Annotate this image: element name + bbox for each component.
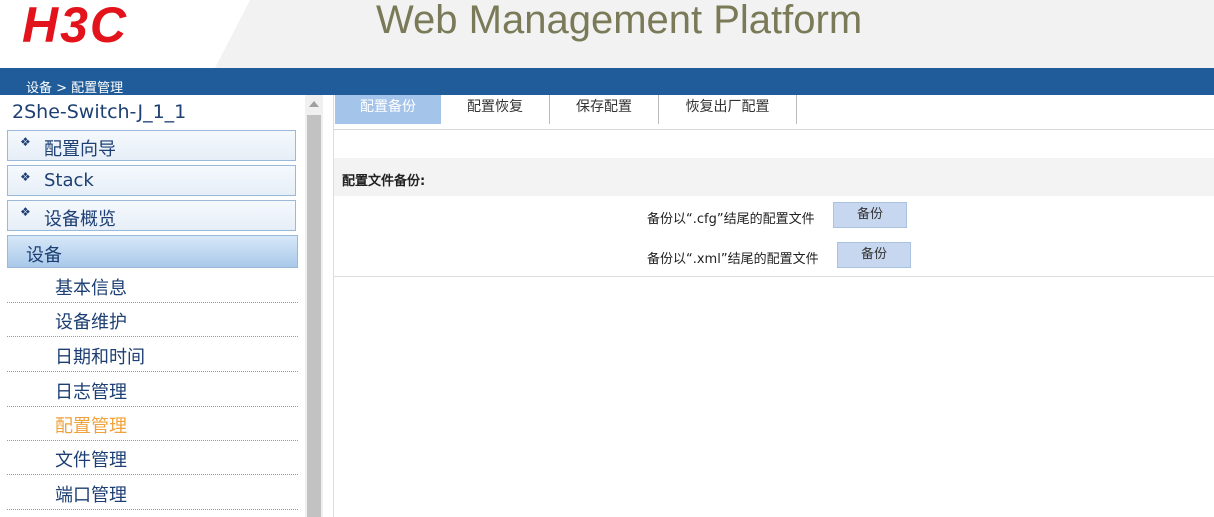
sidebar-item-label: 配置管理 [55, 416, 127, 437]
divider [334, 276, 1214, 277]
sidebar-item-log[interactable]: 日志管理 [7, 373, 298, 407]
sidebar-item-file-management[interactable]: 文件管理 [7, 441, 298, 475]
sidebar-item-label: 基本信息 [55, 278, 127, 299]
nav-item-label: 配置向导 [44, 139, 116, 160]
nav-item-label: 设备概览 [44, 209, 116, 230]
tab-factory-reset[interactable]: 恢复出厂配置 [659, 95, 797, 124]
nav-config-wizard[interactable]: ❖ 配置向导 [7, 130, 296, 161]
sidebar-item-maintenance[interactable]: 设备维护 [7, 303, 298, 337]
xml-backup-label: 备份以“.xml”结尾的配置文件 [647, 252, 819, 267]
sidebar-item-date-time[interactable]: 日期和时间 [7, 338, 298, 372]
h3c-logo: H3C [22, 0, 129, 53]
sidebar: 2She-Switch-J_1_1 ❖ 配置向导 ❖ Stack ❖ 设备概览 … [0, 95, 305, 517]
logo-area: H3C [0, 0, 250, 68]
tab-config-restore[interactable]: 配置恢复 [441, 95, 550, 124]
diamond-icon: ❖ [20, 135, 31, 149]
breadcrumb: 设备 > 配置管理 [26, 81, 124, 96]
header: H3C Web Management Platform [0, 0, 1214, 68]
backup-cfg-button[interactable]: 备份 [833, 202, 907, 228]
nav-category-device[interactable]: 设备 [7, 235, 298, 268]
nav-item-label: Stack [44, 170, 94, 191]
device-name: 2She-Switch-J_1_1 [12, 101, 187, 123]
tab-save-config[interactable]: 保存配置 [550, 95, 659, 124]
nav-device-overview[interactable]: ❖ 设备概览 [7, 200, 296, 231]
sidebar-item-basic-info[interactable]: 基本信息 [7, 269, 298, 303]
sidebar-item-port-management[interactable]: 端口管理 [7, 476, 298, 510]
nav-category-label: 设备 [26, 245, 62, 266]
main-content: 配置备份 配置恢复 保存配置 恢复出厂配置 配置文件备份: 备份以“.cfg”结… [333, 95, 1214, 517]
platform-title: Web Management Platform [376, 0, 863, 42]
sidebar-item-label: 设备维护 [55, 312, 127, 333]
backup-section-header: 配置文件备份: [334, 158, 1214, 196]
scroll-up-arrow-icon[interactable] [309, 101, 319, 107]
cfg-backup-label: 备份以“.cfg”结尾的配置文件 [647, 212, 815, 227]
sidebar-item-label: 端口管理 [55, 485, 127, 506]
section-title: 配置文件备份: [342, 174, 426, 189]
diamond-icon: ❖ [20, 205, 31, 219]
diamond-icon: ❖ [20, 170, 31, 184]
breadcrumb-bar: 设备 > 配置管理 [0, 68, 1214, 96]
sidebar-item-config-management[interactable]: 配置管理 [7, 407, 298, 441]
tab-bar: 配置备份 配置恢复 保存配置 恢复出厂配置 [334, 95, 1214, 130]
scroll-thumb[interactable] [307, 115, 321, 517]
tab-config-backup[interactable]: 配置备份 [335, 95, 441, 124]
sidebar-scrollbar[interactable] [305, 95, 323, 517]
sidebar-item-label: 日志管理 [55, 382, 127, 403]
sidebar-item-label: 文件管理 [55, 450, 127, 471]
sidebar-item-label: 日期和时间 [55, 347, 145, 368]
nav-stack[interactable]: ❖ Stack [7, 165, 296, 196]
backup-xml-button[interactable]: 备份 [837, 242, 911, 268]
